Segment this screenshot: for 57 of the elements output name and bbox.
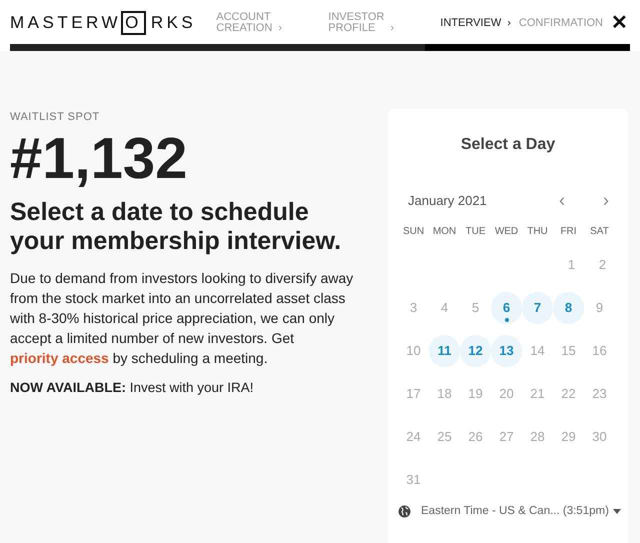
day-button[interactable]: 13	[491, 334, 522, 366]
day-button[interactable]: 24	[398, 420, 429, 452]
day-button[interactable]: 27	[491, 420, 522, 452]
step-tab[interactable]: ACCOUNT CREATION ›	[216, 12, 320, 34]
day-button[interactable]: 18	[429, 378, 460, 410]
weekday-label: WED	[494, 225, 520, 239]
weekday-label: MON	[432, 225, 458, 239]
day-button[interactable]: 12	[460, 334, 491, 366]
logo: MASTERW O RKS	[10, 10, 216, 36]
notice-text: NOW AVAILABLE: Invest with your IRA!	[10, 378, 255, 397]
day-button[interactable]: 5	[460, 292, 491, 324]
day-button[interactable]: 16	[584, 334, 615, 366]
caret-icon	[612, 509, 621, 514]
waitlist-number: #1,132	[10, 128, 188, 190]
weekday-label: THU	[526, 225, 549, 239]
day-button[interactable]: 9	[584, 292, 615, 324]
day-button[interactable]: 11	[429, 334, 460, 366]
day-button[interactable]: 30	[584, 420, 615, 452]
day-button[interactable]: 25	[429, 420, 460, 452]
globe-icon	[398, 505, 411, 518]
day-button[interactable]: 8	[553, 292, 584, 324]
step-tab[interactable]: INTERVIEW ›	[440, 18, 511, 28]
day-button[interactable]: 15	[553, 334, 584, 366]
eyebrow-label: WAITLIST SPOT	[10, 110, 101, 125]
day-button[interactable]: 1	[556, 248, 587, 280]
weekday-label: TUE	[464, 225, 486, 239]
day-button[interactable]: 3	[398, 292, 429, 324]
timezone-dropdown[interactable]: Eastern Time - US & Can... (3:51pm)	[398, 503, 621, 520]
day-button[interactable]: 20	[491, 378, 522, 410]
day-button[interactable]: 6	[491, 292, 522, 324]
calendar-title: Select a Day	[460, 135, 556, 155]
previous-month-button[interactable]: ‹	[552, 187, 572, 214]
weekday-label: SUN	[402, 225, 426, 239]
priority-access-link[interactable]: priority access	[10, 350, 109, 366]
page-heading: Select a date to schedule your membership interview.	[10, 198, 342, 256]
day-button[interactable]: 14	[522, 334, 553, 366]
weekday-label: FRI	[559, 225, 578, 239]
day-button[interactable]: 10	[398, 334, 429, 366]
next-month-button[interactable]: ›	[596, 187, 616, 214]
step-tab[interactable]: CONFIRMATION	[518, 18, 603, 28]
month-label: January 2021	[408, 192, 488, 210]
day-button[interactable]: 29	[553, 420, 584, 452]
day-button[interactable]: 23	[584, 378, 615, 410]
step-tab[interactable]: INVESTOR PROFILE ›	[328, 12, 432, 34]
day-button[interactable]: 28	[522, 420, 553, 452]
close-button[interactable]: ✕	[611, 8, 628, 38]
day-button[interactable]: 4	[429, 292, 460, 324]
day-button[interactable]: 31	[398, 464, 429, 496]
day-button[interactable]: 2	[587, 248, 618, 280]
description-text: Due to demand from investors looking to diversify away from the stock market into an uncorrelated asset class with 8-30% historical price appreciation, we can only accept a limited number of new investors. Get priority access by scheduling a meeting.	[10, 268, 354, 368]
day-button[interactable]: 7	[522, 292, 553, 324]
weekday-label: SAT	[589, 225, 610, 239]
day-button[interactable]: 22	[553, 378, 584, 410]
day-button[interactable]: 21	[522, 378, 553, 410]
day-button[interactable]: 19	[460, 378, 491, 410]
day-button[interactable]: 26	[460, 420, 491, 452]
day-button[interactable]: 17	[398, 378, 429, 410]
